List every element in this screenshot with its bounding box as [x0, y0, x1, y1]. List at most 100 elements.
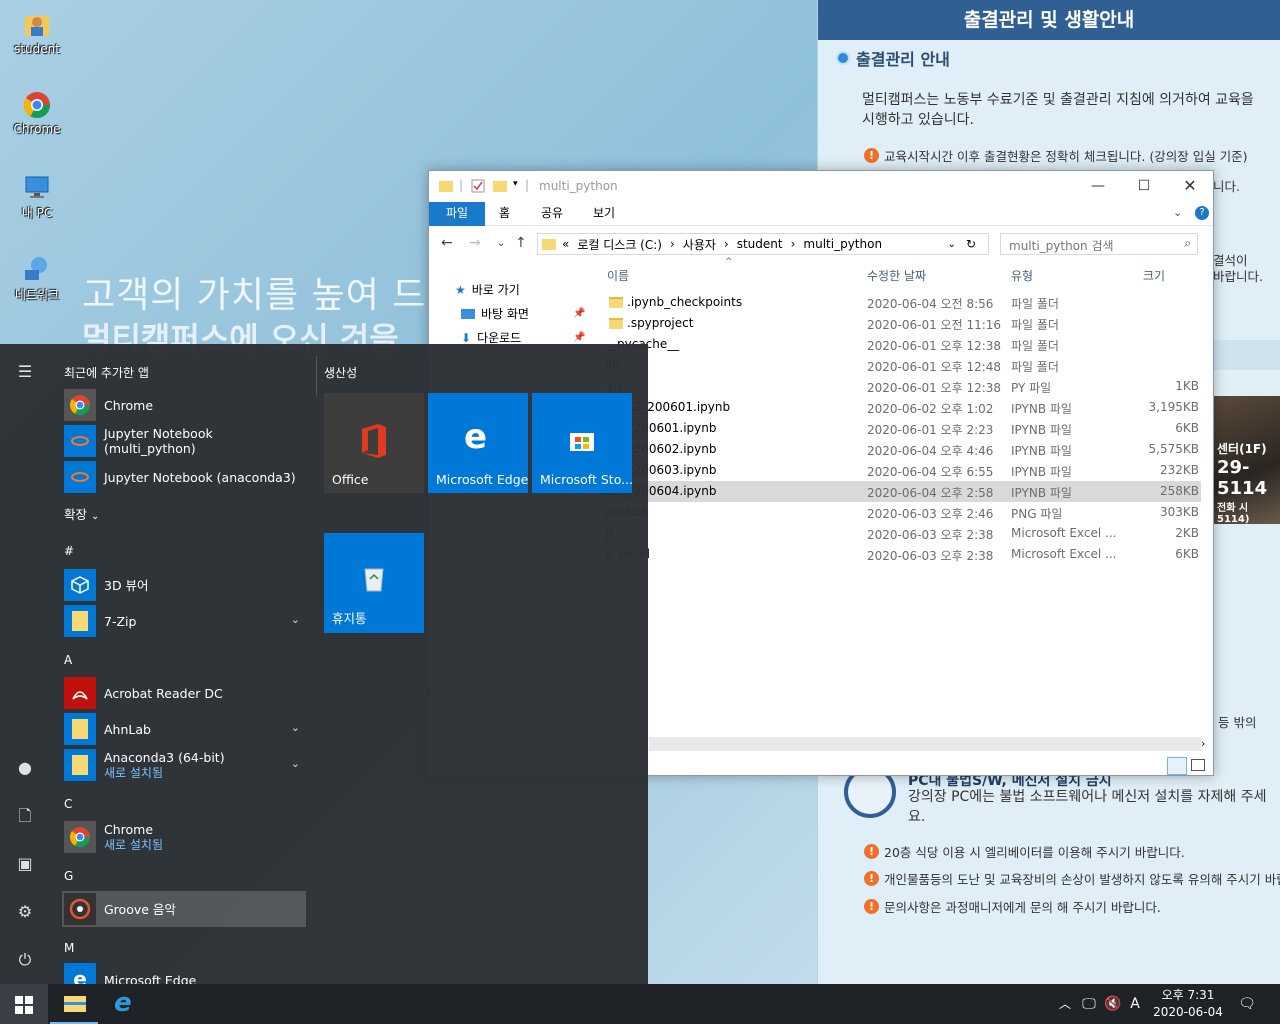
recent-locations-icon[interactable]: ⌄ [497, 238, 505, 249]
file-row[interactable]: on8_200603.ipynb 2020-06-04 오후 6:55 IPYNB … [605, 460, 1201, 481]
chevron-down-icon[interactable]: ⌄ [291, 721, 300, 734]
breadcrumb-separator[interactable]: › [724, 237, 729, 251]
app-microsoft-edge[interactable]: e Microsoft Edge [62, 963, 306, 984]
tile-microsoft-edge[interactable]: e Microsoft Edge [428, 393, 528, 493]
details-view-icon[interactable] [1167, 757, 1187, 775]
breadcrumb-item[interactable]: multi_python [803, 237, 882, 251]
file-row[interactable]: enshot2020-06-03 오후 2:46PNG 파일303KB [605, 502, 1201, 523]
power-icon[interactable]: ⏻ [13, 948, 37, 972]
explorer-titlebar[interactable]: | ▾ | multi_python — ☐ ✕ [429, 171, 1213, 201]
address-dropdown-icon[interactable]: ⌄ [948, 239, 956, 250]
tile-microsoft-store[interactable]: Microsoft Sto... [532, 393, 632, 493]
expand-ribbon-icon[interactable]: ⌄ [1173, 206, 1182, 219]
breadcrumb-item[interactable]: 사용자 [683, 236, 716, 253]
app-ahnlab[interactable]: AhnLab ⌄ [62, 711, 306, 747]
tile-recycle-bin[interactable]: 휴지통 [324, 533, 424, 633]
column-header-type[interactable]: 유형 [1011, 267, 1033, 284]
quick-access-dropdown-icon[interactable]: ▾ [513, 179, 518, 189]
desktop-icon-student[interactable]: student [8, 10, 66, 56]
pictures-icon[interactable]: ▣ [13, 852, 37, 876]
breadcrumb-overflow[interactable]: « [562, 237, 569, 251]
app-anaconda[interactable]: Anaconda3 (64-bit) 새로 설치됨 ⌄ [62, 747, 306, 783]
back-button[interactable]: ← [441, 235, 453, 251]
groove-music-icon [64, 893, 96, 925]
start-button[interactable] [0, 984, 48, 1024]
show-hidden-icons[interactable]: ︿ [1056, 984, 1074, 1024]
taskbar-internet-explorer[interactable]: e [100, 984, 148, 1024]
tab-share[interactable]: 공유 [531, 202, 573, 226]
volume-muted-icon[interactable]: 🔇 [1102, 984, 1124, 1024]
user-account-icon[interactable]: ● [13, 756, 37, 780]
column-header-size[interactable]: 크기 [1143, 267, 1165, 284]
refresh-icon[interactable]: ↻ [966, 237, 976, 251]
app-jupyter-multi[interactable]: Jupyter Notebook (multi_python) [62, 423, 306, 459]
file-row[interactable]: alc2020-06-01 오후 12:48파일 폴더 [605, 355, 1201, 376]
app-jupyter-anaconda[interactable]: Jupyter Notebook (anaconda3) [62, 459, 306, 495]
breadcrumb-item[interactable]: 로컬 디스크 (C:) [577, 236, 662, 253]
letter-header-m[interactable]: M [64, 941, 74, 955]
tab-home[interactable]: 홈 [489, 202, 520, 226]
tab-view[interactable]: 보기 [583, 202, 625, 226]
file-row[interactable]: .spyproject 2020-06-01 오전 11:16 파일 폴더 [605, 313, 1201, 334]
action-center-icon[interactable]: 🗨 [1234, 984, 1260, 1024]
search-input[interactable]: multi_python 검색 ⌕ [1000, 233, 1198, 255]
forward-button[interactable]: → [469, 235, 481, 251]
file-row[interactable]: on6_200601.ipynb 2020-06-01 오후 2:23 IPYNB … [605, 418, 1201, 439]
new-folder-icon[interactable] [493, 179, 507, 193]
maximize-button[interactable]: ☐ [1121, 171, 1167, 201]
app-chrome[interactable]: Chrome 새로 설치됨 [62, 819, 306, 855]
documents-icon[interactable]: 🗋 [13, 804, 37, 828]
nav-quick-access[interactable]: ★ 바로 가기 [455, 281, 520, 298]
ime-indicator[interactable]: A [1126, 984, 1144, 1024]
letter-header-g[interactable]: G [64, 869, 73, 883]
column-header-name[interactable]: 이름 [607, 267, 629, 284]
pin-icon[interactable]: 📌 [573, 308, 585, 319]
expand-button[interactable]: 확장 ⌄ [64, 504, 99, 523]
settings-gear-icon[interactable]: ⚙ [13, 900, 37, 924]
file-row[interactable]: p2020-06-03 오후 2:38Microsoft Excel ...2K… [605, 523, 1201, 544]
file-row[interactable]: on7_200602.ipynb 2020-06-04 오후 4:46 IPYNB … [605, 439, 1201, 460]
file-row[interactable]: p_excel2020-06-03 오후 2:38Microsoft Excel… [605, 544, 1201, 565]
app-groove-music[interactable]: Groove 음악 [62, 891, 306, 927]
app-3d-viewer[interactable]: 3D 뷰어 [62, 567, 306, 603]
hamburger-menu-icon[interactable]: ☰ [13, 360, 37, 384]
network-tray-icon[interactable]: 🖵 [1078, 984, 1100, 1024]
breadcrumb-item[interactable]: student [737, 237, 783, 251]
file-row[interactable]: .ipynb_checkpoints 2020-06-04 오전 8:56 파일 폴… [605, 292, 1201, 313]
scroll-right-icon[interactable]: › [1201, 737, 1205, 750]
desktop-icon-this-pc[interactable]: 내 PC [8, 172, 66, 221]
desktop-icon-chrome[interactable]: Chrome [8, 90, 66, 136]
file-row[interactable]: __pycache__2020-06-01 오후 12:38파일 폴더 [605, 334, 1201, 355]
letter-header-a[interactable]: A [64, 653, 72, 667]
file-row[interactable]: on9_200604.ipynb 2020-06-04 오후 2:58 IPYNB … [605, 481, 1201, 502]
large-icons-view-icon[interactable] [1191, 759, 1205, 771]
letter-header-c[interactable]: C [64, 797, 72, 811]
file-size: 303KB [1159, 505, 1199, 519]
address-row: ← → ⌄ ↑ « 로컬 디스크 (C:) › 사용자 › student › … [429, 229, 1213, 259]
address-bar[interactable]: « 로컬 디스크 (C:) › 사용자 › student › multi_py… [537, 233, 989, 255]
letter-header-hash[interactable]: # [64, 544, 74, 558]
chevron-down-icon[interactable]: ⌄ [291, 757, 300, 770]
horizontal-scrollbar[interactable] [649, 737, 1201, 751]
app-chrome-recent[interactable]: Chrome [62, 387, 306, 423]
app-7zip[interactable]: 7-Zip ⌄ [62, 603, 306, 639]
tab-file[interactable]: 파일 [429, 202, 485, 226]
taskbar-clock[interactable]: 오후 7:31 2020-06-04 [1150, 987, 1226, 1021]
file-row[interactable]: on6_2_200601.ipynb 2020-06-02 오후 1:02 IPYN… [605, 397, 1201, 418]
tile-office[interactable]: Office [324, 393, 424, 493]
desktop-icon-network[interactable]: 네트워크 [8, 254, 66, 303]
app-acrobat[interactable]: Acrobat Reader DC [62, 675, 306, 711]
help-icon[interactable]: ? [1195, 206, 1209, 220]
chevron-down-icon[interactable]: ⌄ [291, 613, 300, 626]
pin-icon[interactable]: 📌 [573, 332, 585, 343]
file-row[interactable]: .py2020-06-01 오후 12:38PY 파일1KB [605, 376, 1201, 397]
taskbar-file-explorer[interactable] [50, 984, 98, 1024]
breadcrumb-separator[interactable]: › [670, 237, 675, 251]
up-button[interactable]: ↑ [515, 235, 527, 251]
properties-icon[interactable] [471, 179, 485, 193]
minimize-button[interactable]: — [1075, 171, 1121, 201]
column-header-date[interactable]: 수정한 날짜 [867, 267, 926, 284]
breadcrumb-separator[interactable]: › [791, 237, 796, 251]
close-button[interactable]: ✕ [1167, 171, 1213, 201]
nav-desktop[interactable]: 바탕 화면 📌 [461, 305, 585, 322]
